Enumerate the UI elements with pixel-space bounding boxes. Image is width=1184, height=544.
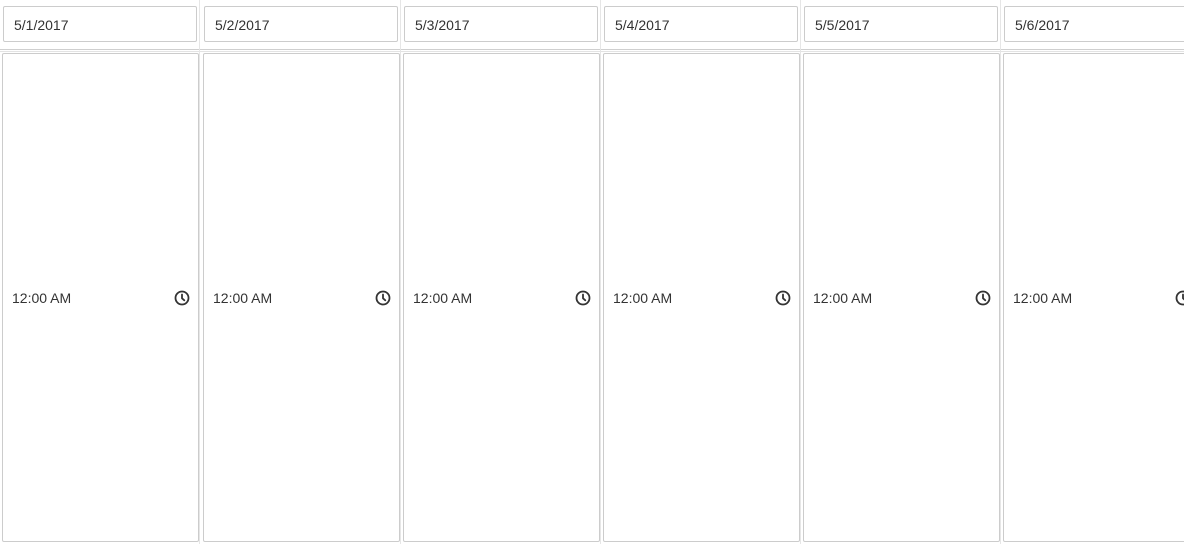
- time-slot-cell[interactable]: 12:00 AM: [403, 53, 600, 542]
- clock-icon[interactable]: [174, 290, 190, 306]
- time-slot-cell[interactable]: 12:00 AM: [203, 53, 400, 542]
- time-label: 12:00 AM: [413, 290, 473, 306]
- time-label: 12:00 AM: [1013, 290, 1073, 306]
- date-header[interactable]: 5/4/2017: [604, 6, 798, 42]
- day-column: 5/6/2017 12:00 AM: [1001, 0, 1184, 544]
- date-header[interactable]: 5/1/2017: [3, 6, 197, 42]
- day-column: 5/3/2017 12:00 AM: [401, 0, 601, 544]
- date-label: 5/2/2017: [215, 17, 270, 33]
- clock-icon[interactable]: [775, 290, 791, 306]
- date-header[interactable]: 5/6/2017: [1004, 6, 1184, 42]
- time-slot-cell[interactable]: 12:00 AM: [803, 53, 1000, 542]
- day-column: 5/2/2017 12:00 AM: [201, 0, 401, 544]
- day-column: 5/5/2017 12:00 AM: [801, 0, 1001, 544]
- time-label: 12:00 AM: [12, 290, 72, 306]
- clock-icon[interactable]: [375, 290, 391, 306]
- date-label: 5/1/2017: [14, 17, 69, 33]
- time-slot-cell[interactable]: 12:00 AM: [1003, 53, 1184, 542]
- clock-icon[interactable]: [575, 290, 591, 306]
- day-column: 5/1/2017 12:00 AM: [0, 0, 200, 544]
- time-label: 12:00 AM: [613, 290, 673, 306]
- date-label: 5/6/2017: [1015, 17, 1070, 33]
- date-header[interactable]: 5/5/2017: [804, 6, 998, 42]
- clock-icon[interactable]: [975, 290, 991, 306]
- schedule-grid: 5/1/2017 12:00 AM 5/2/2017 12:00 AM 5/3/…: [0, 0, 1184, 544]
- day-column: 5/4/2017 12:00 AM: [601, 0, 801, 544]
- date-header[interactable]: 5/3/2017: [404, 6, 598, 42]
- time-slot-cell[interactable]: 12:00 AM: [603, 53, 800, 542]
- date-label: 5/3/2017: [415, 17, 470, 33]
- time-label: 12:00 AM: [213, 290, 273, 306]
- time-label: 12:00 AM: [813, 290, 873, 306]
- date-label: 5/4/2017: [615, 17, 670, 33]
- date-header[interactable]: 5/2/2017: [204, 6, 398, 42]
- clock-icon[interactable]: [1175, 290, 1184, 306]
- time-slot-cell[interactable]: 12:00 AM: [2, 53, 199, 542]
- date-label: 5/5/2017: [815, 17, 870, 33]
